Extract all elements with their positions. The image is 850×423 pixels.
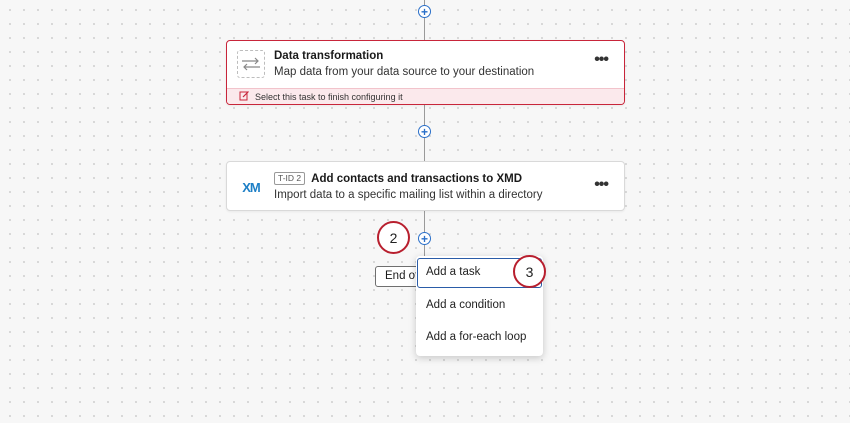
add-contacts-card[interactable]: XM T-ID 2 Add contacts and transactions t… — [226, 161, 625, 211]
step-marker-3: 3 — [513, 255, 546, 288]
card-warning-footer: Select this task to finish configuring i… — [227, 88, 624, 104]
card-title-text: Add contacts and transactions to XMD — [311, 173, 523, 185]
step-marker-2: 2 — [377, 221, 410, 254]
menu-item-add-for-each-loop[interactable]: Add a for-each loop — [417, 322, 542, 352]
card-subtitle: Import data to a specific mailing list w… — [274, 189, 543, 201]
card-title: T-ID 2 Add contacts and transactions to X… — [274, 172, 522, 185]
arrows-left-right-icon — [237, 50, 265, 78]
task-id-badge: T-ID 2 — [274, 172, 306, 185]
add-step-button[interactable]: + — [418, 5, 431, 18]
card-subtitle: Map data from your data source to your d… — [274, 66, 535, 78]
card-title: Data transformation — [274, 50, 384, 62]
more-options-button[interactable]: ••• — [594, 177, 609, 193]
warning-text: Select this task to finish configuring i… — [255, 91, 403, 102]
data-transformation-card[interactable]: Data transformation Map data from your d… — [226, 40, 625, 105]
add-step-button[interactable]: + — [418, 125, 431, 138]
more-options-button[interactable]: ••• — [594, 52, 609, 68]
add-step-button[interactable]: + — [418, 232, 431, 245]
xm-logo-icon: XM — [242, 179, 260, 195]
menu-item-add-condition[interactable]: Add a condition — [417, 290, 542, 320]
edit-icon — [239, 90, 250, 103]
